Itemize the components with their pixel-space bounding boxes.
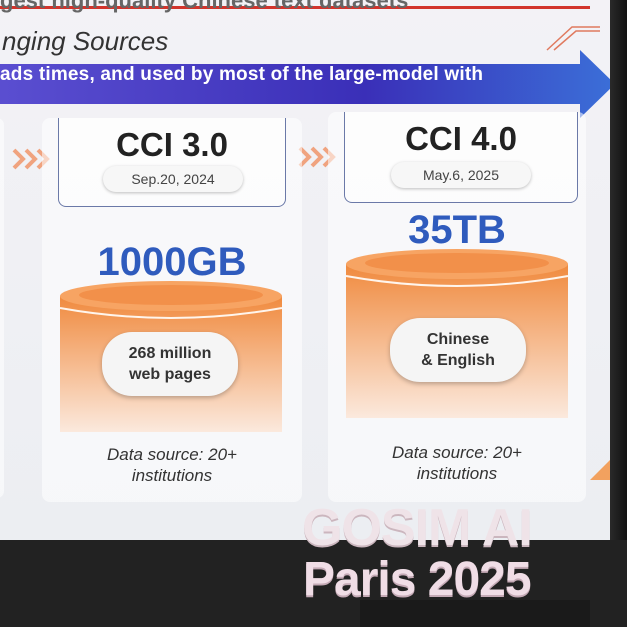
dataset-size: 35TB xyxy=(408,208,506,252)
photo-scene: gest high-quality Chinese text datasets … xyxy=(0,0,627,627)
version-title: CCI 4.0 xyxy=(405,120,517,157)
content-description: Chinese & English xyxy=(390,318,526,382)
presentation-slide: gest high-quality Chinese text datasets … xyxy=(0,0,610,545)
event-sign-line2: Paris 2025 xyxy=(303,553,532,606)
stage-frame xyxy=(610,0,627,545)
slide-title-partial: gest high-quality Chinese text datasets xyxy=(0,0,409,13)
dataset-card-cci3: CCI 3.0 Sep.20, 2024 1000GB 268 million … xyxy=(42,118,302,502)
version-header: CCI 3.0 Sep.20, 2024 xyxy=(58,118,286,207)
timeline-arrow-text: ads times, and used by most of the large… xyxy=(0,64,484,85)
dataset-card-cci4: CCI 4.0 May.6, 2025 35TB Chinese & Engli… xyxy=(328,112,586,502)
event-sign-line1: GOSIM AI xyxy=(302,499,533,557)
release-date: Sep.20, 2024 xyxy=(103,166,243,192)
version-title: CCI 3.0 xyxy=(116,126,228,163)
data-source-note: Data source: 20+ institutions xyxy=(107,445,237,485)
corner-decoration-icon xyxy=(546,26,600,51)
accent-shape xyxy=(590,460,610,480)
release-date: May.6, 2025 xyxy=(391,162,531,188)
data-source-note: Data source: 20+ institutions xyxy=(392,443,522,483)
partial-card-left xyxy=(0,118,4,498)
dataset-size: 1000GB xyxy=(97,240,247,284)
content-description: 268 million web pages xyxy=(102,332,238,396)
version-header: CCI 4.0 May.6, 2025 xyxy=(344,112,578,203)
